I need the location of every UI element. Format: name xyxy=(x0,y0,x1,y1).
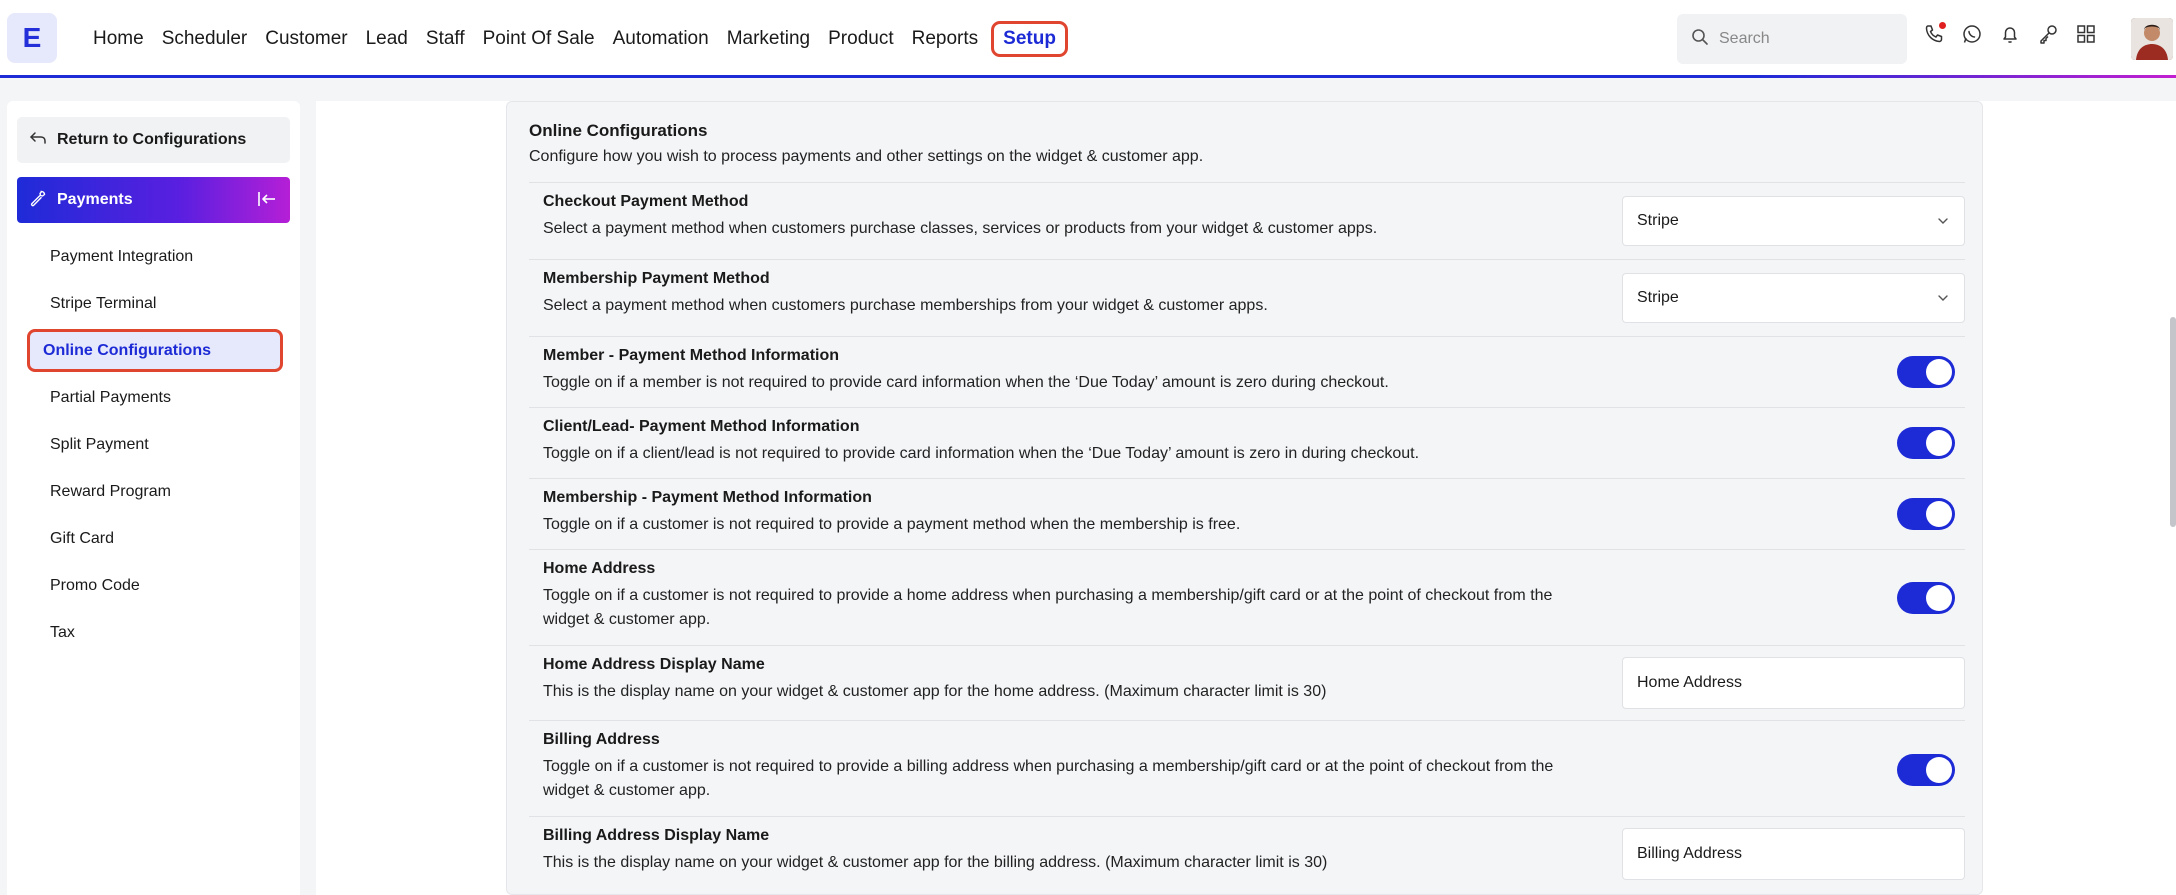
toggle-knob xyxy=(1926,430,1952,456)
submenu-stripe-terminal[interactable]: Stripe Terminal xyxy=(34,280,294,327)
whatsapp-icon[interactable] xyxy=(1960,22,1984,46)
setting-description: Toggle on if a member is not required to… xyxy=(543,374,1389,391)
nav-customer[interactable]: Customer xyxy=(256,21,356,57)
submenu-reward-program[interactable]: Reward Program xyxy=(34,468,294,515)
return-arrow-icon xyxy=(29,131,47,150)
payments-section-label: Payments xyxy=(57,191,133,208)
nav-product[interactable]: Product xyxy=(819,21,902,57)
toggle-knob xyxy=(1926,501,1952,527)
apps-grid-icon[interactable] xyxy=(2074,22,2098,46)
page-description: Configure how you wish to process paymen… xyxy=(529,148,1204,165)
setting-title: Member - Payment Method Information xyxy=(543,347,840,364)
setting-description: Select a payment method when customers p… xyxy=(543,220,1378,237)
setting-description: Toggle on if a customer is not required … xyxy=(543,587,1553,628)
submenu-online-configurations[interactable]: Online Configurations xyxy=(27,329,283,372)
nav-lead[interactable]: Lead xyxy=(357,21,417,57)
setting-title: Billing Address Display Name xyxy=(543,827,770,844)
nav-scheduler[interactable]: Scheduler xyxy=(153,21,257,57)
app-logo[interactable]: E xyxy=(7,13,57,63)
return-label: Return to Configurations xyxy=(57,131,247,148)
setting-row-member-payment-method-info: Member - Payment Method Information Togg… xyxy=(529,336,1965,407)
payments-section-header[interactable]: Payments xyxy=(17,177,290,223)
nav-staff[interactable]: Staff xyxy=(417,21,474,57)
collapse-sidebar-icon[interactable] xyxy=(256,189,278,214)
chevron-down-icon xyxy=(1936,291,1950,310)
payments-submenu: Payment Integration Stripe Terminal Onli… xyxy=(27,233,294,656)
checkout-payment-method-select[interactable]: Stripe xyxy=(1622,196,1965,246)
select-value: Stripe xyxy=(1637,212,1679,229)
bell-icon[interactable] xyxy=(1998,22,2022,46)
setting-description: Select a payment method when customers p… xyxy=(543,297,1268,314)
page-scrollbar[interactable] xyxy=(2170,317,2176,527)
membership-payment-info-toggle[interactable] xyxy=(1897,498,1955,530)
setting-description: Toggle on if a customer is not required … xyxy=(543,516,1241,533)
setting-title: Home Address Display Name xyxy=(543,656,765,673)
setting-description: Toggle on if a customer is not required … xyxy=(543,758,1554,799)
online-configurations-card: Online Configurations Configure how you … xyxy=(506,101,1983,895)
key-icon[interactable] xyxy=(2036,22,2060,46)
setting-description: This is the display name on your widget … xyxy=(543,854,1328,871)
search-icon xyxy=(1691,28,1709,51)
chevron-down-icon xyxy=(1936,214,1950,233)
setting-title: Billing Address xyxy=(543,731,660,748)
setting-row-membership-payment-method: Membership Payment Method Select a payme… xyxy=(529,259,1965,336)
main-nav: Home Scheduler Customer Lead Staff Point… xyxy=(84,0,1068,78)
user-avatar[interactable] xyxy=(2131,18,2173,60)
nav-automation[interactable]: Automation xyxy=(604,21,718,57)
notification-dot xyxy=(1939,22,1946,29)
nav-setup[interactable]: Setup xyxy=(991,21,1068,57)
setting-title: Checkout Payment Method xyxy=(543,193,749,210)
submenu-partial-payments[interactable]: Partial Payments xyxy=(34,374,294,421)
setting-row-billing-address-display-name: Billing Address Display Name This is the… xyxy=(529,816,1965,895)
setting-row-home-address-display-name: Home Address Display Name This is the di… xyxy=(529,645,1965,720)
membership-payment-method-select[interactable]: Stripe xyxy=(1622,273,1965,323)
setting-row-checkout-payment-method: Checkout Payment Method Select a payment… xyxy=(529,182,1965,259)
navbar-gradient-line xyxy=(1756,75,2176,78)
nav-point-of-sale[interactable]: Point Of Sale xyxy=(474,21,604,57)
top-navbar: E Home Scheduler Customer Lead Staff Poi… xyxy=(0,0,2176,78)
submenu-gift-card[interactable]: Gift Card xyxy=(34,515,294,562)
client-lead-payment-info-toggle[interactable] xyxy=(1897,427,1955,459)
submenu-tax[interactable]: Tax xyxy=(34,609,294,656)
nav-marketing[interactable]: Marketing xyxy=(718,21,819,57)
search-input[interactable] xyxy=(1719,30,1889,48)
wrench-icon xyxy=(29,189,47,212)
nav-reports[interactable]: Reports xyxy=(903,21,988,57)
home-address-toggle[interactable] xyxy=(1897,582,1955,614)
toggle-knob xyxy=(1926,359,1952,385)
member-payment-info-toggle[interactable] xyxy=(1897,356,1955,388)
billing-address-toggle[interactable] xyxy=(1897,754,1955,786)
setting-description: Toggle on if a client/lead is not requir… xyxy=(543,445,1420,462)
setting-row-client-lead-payment-method-info: Client/Lead- Payment Method Information … xyxy=(529,407,1965,478)
nav-home[interactable]: Home xyxy=(84,21,153,57)
submenu-payment-integration[interactable]: Payment Integration xyxy=(34,233,294,280)
setting-description: This is the display name on your widget … xyxy=(543,683,1327,700)
submenu-split-payment[interactable]: Split Payment xyxy=(34,421,294,468)
settings-sidebar: Return to Configurations Payments Paymen… xyxy=(7,101,300,895)
setting-title: Membership - Payment Method Information xyxy=(543,489,872,506)
phone-icon[interactable] xyxy=(1922,22,1946,46)
select-value: Stripe xyxy=(1637,289,1679,306)
setting-row-billing-address: Billing Address Toggle on if a customer … xyxy=(529,720,1965,816)
billing-address-display-name-input[interactable]: Billing Address xyxy=(1622,828,1965,880)
page-title: Online Configurations xyxy=(529,121,708,140)
top-icons xyxy=(1922,22,2098,46)
setting-row-membership-payment-method-info: Membership - Payment Method Information … xyxy=(529,478,1965,549)
setting-title: Membership Payment Method xyxy=(543,270,770,287)
setting-title: Home Address xyxy=(543,560,656,577)
toggle-knob xyxy=(1926,757,1952,783)
setting-row-home-address: Home Address Toggle on if a customer is … xyxy=(529,549,1965,645)
return-to-configurations-button[interactable]: Return to Configurations xyxy=(17,117,290,163)
home-address-display-name-input[interactable]: Home Address xyxy=(1622,657,1965,709)
setting-title: Client/Lead- Payment Method Information xyxy=(543,418,860,435)
toggle-knob xyxy=(1926,585,1952,611)
search-box[interactable] xyxy=(1677,14,1907,64)
submenu-promo-code[interactable]: Promo Code xyxy=(34,562,294,609)
